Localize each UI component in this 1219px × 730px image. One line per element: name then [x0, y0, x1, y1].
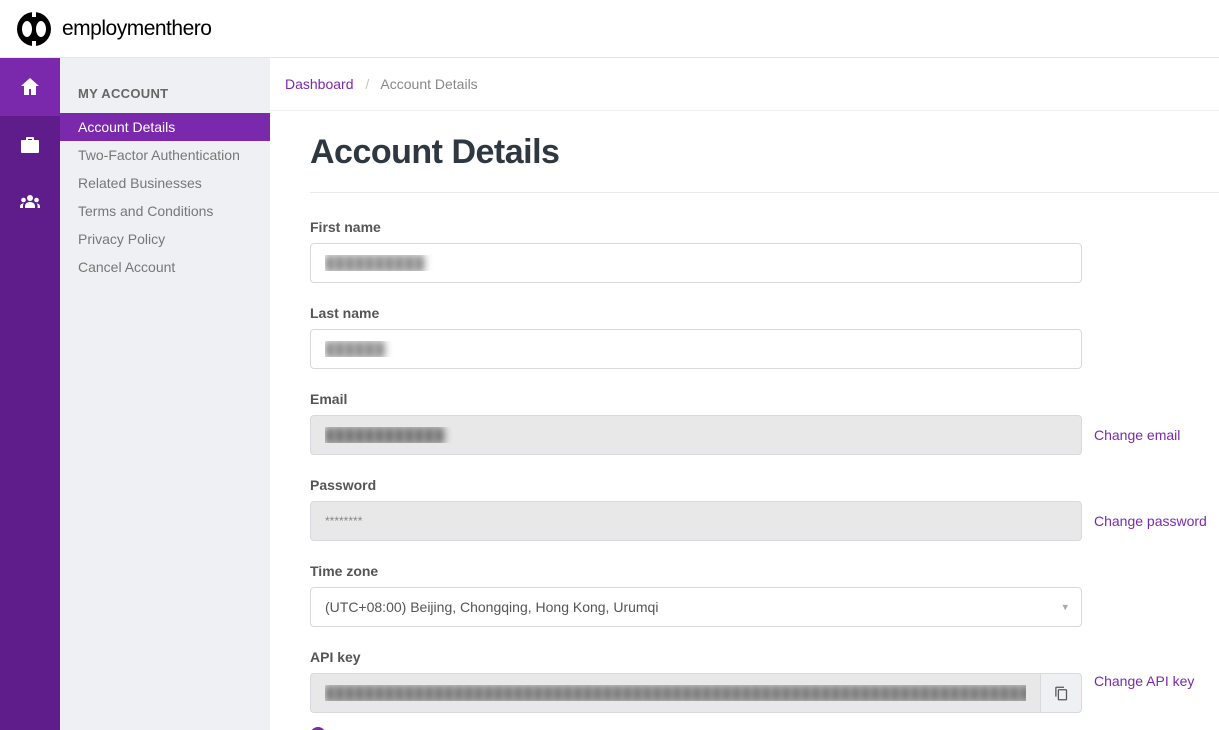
- timezone-value: (UTC+08:00) Beijing, Chongqing, Hong Kon…: [325, 599, 658, 615]
- briefcase-icon: [18, 133, 42, 157]
- last-name-input[interactable]: [310, 329, 1082, 369]
- change-password-link[interactable]: Change password: [1094, 513, 1207, 529]
- rail-people[interactable]: [0, 174, 60, 232]
- people-icon: [18, 191, 42, 215]
- timezone-select[interactable]: (UTC+08:00) Beijing, Chongqing, Hong Kon…: [310, 587, 1082, 627]
- sidebar-item-account-details[interactable]: Account Details: [60, 113, 270, 141]
- icon-rail: [0, 58, 60, 730]
- breadcrumb-separator: /: [365, 76, 369, 92]
- brand-logo-mark: [16, 11, 52, 47]
- content: Dashboard / Account Details Account Deta…: [270, 58, 1219, 730]
- breadcrumb-current: Account Details: [380, 76, 477, 92]
- field-password: Password Change password: [310, 477, 1219, 541]
- rail-home[interactable]: [0, 58, 60, 116]
- password-label: Password: [310, 477, 1219, 493]
- rail-briefcase[interactable]: [0, 116, 60, 174]
- sidebar-item-terms[interactable]: Terms and Conditions: [60, 197, 270, 225]
- copy-api-key-button[interactable]: [1040, 673, 1082, 713]
- sidebar-heading: MY ACCOUNT: [60, 58, 270, 113]
- sidebar-item-two-factor[interactable]: Two-Factor Authentication: [60, 141, 270, 169]
- breadcrumb-root[interactable]: Dashboard: [285, 76, 354, 92]
- api-key-input: [310, 673, 1040, 713]
- brand-logo[interactable]: employmenthero: [16, 11, 211, 47]
- change-email-link[interactable]: Change email: [1094, 427, 1180, 443]
- field-first-name: First name: [310, 219, 1219, 283]
- sidebar: MY ACCOUNT Account Details Two-Factor Au…: [60, 58, 270, 730]
- email-label: Email: [310, 391, 1219, 407]
- field-api-key: API key Change API key i API Docume: [310, 649, 1219, 730]
- field-email: Email Change email: [310, 391, 1219, 455]
- api-key-label: API key: [310, 649, 1219, 665]
- sidebar-item-privacy[interactable]: Privacy Policy: [60, 225, 270, 253]
- sidebar-nav: Account Details Two-Factor Authenticatio…: [60, 113, 270, 281]
- field-last-name: Last name: [310, 305, 1219, 369]
- password-input: [310, 501, 1082, 541]
- change-api-key-link[interactable]: Change API key: [1094, 673, 1194, 713]
- first-name-input[interactable]: [310, 243, 1082, 283]
- breadcrumb: Dashboard / Account Details: [270, 58, 1219, 111]
- brand-logo-text: employmenthero: [62, 17, 211, 41]
- sidebar-item-cancel-account[interactable]: Cancel Account: [60, 253, 270, 281]
- timezone-label: Time zone: [310, 563, 1219, 579]
- copy-icon: [1054, 686, 1069, 701]
- page-title: Account Details: [310, 133, 1219, 193]
- field-timezone: Time zone (UTC+08:00) Beijing, Chongqing…: [310, 563, 1219, 627]
- email-input: [310, 415, 1082, 455]
- home-icon: [18, 75, 42, 99]
- first-name-label: First name: [310, 219, 1219, 235]
- top-header: employmenthero: [0, 0, 1219, 58]
- last-name-label: Last name: [310, 305, 1219, 321]
- sidebar-item-related-businesses[interactable]: Related Businesses: [60, 169, 270, 197]
